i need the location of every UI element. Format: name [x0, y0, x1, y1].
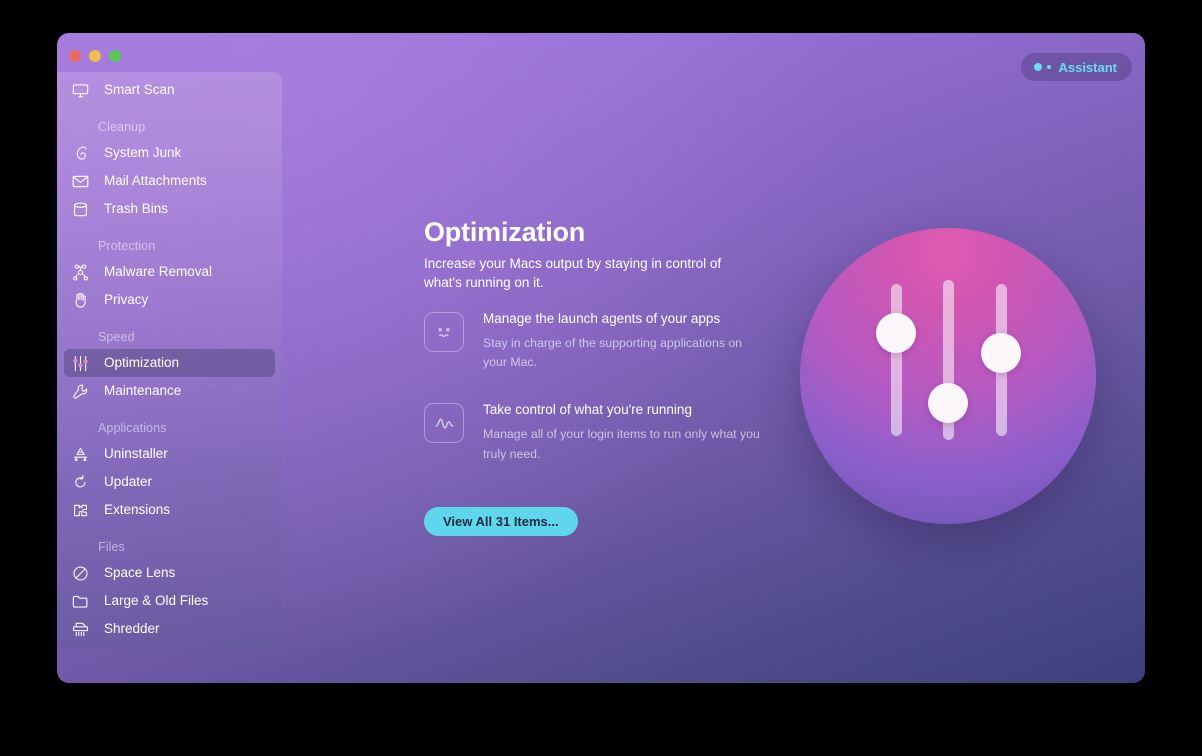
sidebar-item-label: Shredder: [104, 621, 160, 637]
biohazard-icon: [70, 262, 90, 282]
sidebar-item-label: System Junk: [104, 145, 182, 161]
sidebar-item-smart-scan[interactable]: Smart Scan: [64, 76, 275, 104]
sidebar-item-label: Malware Removal: [104, 264, 213, 280]
sidebar-group-label-cleanup: Cleanup: [98, 120, 146, 134]
sliders-icon: [70, 353, 90, 373]
assistant-dots-icon: [1034, 63, 1052, 71]
slider-group: [800, 228, 1096, 524]
envelope-icon: [70, 171, 90, 191]
feature-description: Stay in charge of the supporting applica…: [483, 336, 743, 370]
sidebar-group-label-files: Files: [98, 540, 125, 554]
sidebar-item-uninstaller[interactable]: Uninstaller: [64, 440, 275, 468]
refresh-arrow-icon: [70, 472, 90, 492]
feature-text: Manage the launch agents of your apps St…: [483, 310, 763, 372]
sidebar-item-label: Mail Attachments: [104, 173, 207, 189]
sidebar-item-label: Privacy: [104, 292, 149, 308]
zoom-window-button[interactable]: [109, 50, 121, 62]
puzzle-piece-icon: [70, 500, 90, 520]
folder-icon: [70, 591, 90, 611]
main-content: Optimization Increase your Macs output b…: [282, 72, 1145, 683]
sidebar-item-system-junk[interactable]: System Junk: [64, 139, 275, 167]
page-title: Optimization: [424, 217, 586, 248]
sidebar: Smart Scan Cleanup System Junk Mail Atta…: [57, 72, 282, 650]
close-window-button[interactable]: [69, 50, 81, 62]
sidebar-item-mail-attachments[interactable]: Mail Attachments: [64, 167, 275, 195]
sliders-circle-illustration: [800, 228, 1096, 524]
sidebar-item-label: Space Lens: [104, 565, 176, 581]
feature-description: Manage all of your login items to run on…: [483, 427, 760, 461]
assistant-button-label: Assistant: [1058, 59, 1117, 75]
sidebar-item-shredder[interactable]: Shredder: [64, 615, 275, 643]
view-all-items-button[interactable]: View All 31 Items...: [424, 507, 578, 536]
trash-bin-icon: [70, 199, 90, 219]
sidebar-item-label: Large & Old Files: [104, 593, 209, 609]
broom-icon: [70, 143, 90, 163]
wrench-icon: [70, 381, 90, 401]
assistant-button[interactable]: Assistant: [1021, 53, 1132, 81]
sidebar-item-updater[interactable]: Updater: [64, 468, 275, 496]
sidebar-item-label: Extensions: [104, 502, 171, 518]
screen: Assistant Smart Scan Cleanup System Junk…: [0, 0, 1202, 756]
feature-item: Manage the launch agents of your apps St…: [424, 310, 769, 372]
hand-icon: [70, 290, 90, 310]
sidebar-item-label: Optimization: [104, 355, 180, 371]
sidebar-group-label-protection: Protection: [98, 239, 156, 253]
sidebar-group-label-speed: Speed: [98, 330, 135, 344]
feature-title: Take control of what you're running: [483, 402, 692, 418]
slider-knob[interactable]: [928, 383, 968, 423]
sidebar-item-optimization[interactable]: Optimization: [64, 349, 275, 377]
shredder-icon: [70, 619, 90, 639]
feature-text: Take control of what you're running Mana…: [483, 401, 763, 463]
sidebar-item-trash-bins[interactable]: Trash Bins: [64, 195, 275, 223]
sidebar-item-maintenance[interactable]: Maintenance: [64, 377, 275, 405]
pulse-waveform-icon: [424, 403, 464, 444]
sidebar-item-privacy[interactable]: Privacy: [64, 286, 275, 314]
space-lens-icon: [70, 563, 90, 583]
sidebar-item-space-lens[interactable]: Space Lens: [64, 559, 275, 587]
page-subtitle: Increase your Macs output by staying in …: [424, 255, 722, 291]
x-eyes-face-icon: [424, 312, 464, 352]
slider-track: [891, 284, 902, 436]
window-traffic-lights: [69, 50, 121, 62]
app-window: Assistant Smart Scan Cleanup System Junk…: [57, 33, 1145, 683]
sidebar-item-label: Uninstaller: [104, 446, 168, 462]
minimize-window-button[interactable]: [89, 50, 101, 62]
slider-knob[interactable]: [876, 313, 916, 353]
sidebar-group-label-applications: Applications: [98, 421, 167, 435]
sidebar-item-label: Smart Scan: [104, 82, 175, 98]
sidebar-item-label: Maintenance: [104, 383, 182, 399]
slider-knob[interactable]: [981, 333, 1021, 373]
feature-list: Manage the launch agents of your apps St…: [424, 310, 769, 493]
uninstaller-icon: [70, 444, 90, 464]
display-icon: [70, 80, 90, 100]
sidebar-item-malware-removal[interactable]: Malware Removal: [64, 258, 275, 286]
feature-title: Manage the launch agents of your apps: [483, 311, 721, 326]
sidebar-item-label: Updater: [104, 474, 153, 490]
feature-item: Take control of what you're running Mana…: [424, 401, 769, 463]
sidebar-item-extensions[interactable]: Extensions: [64, 496, 275, 524]
sidebar-item-large-and-old-files[interactable]: Large & Old Files: [64, 587, 275, 615]
sidebar-item-label: Trash Bins: [104, 201, 169, 217]
